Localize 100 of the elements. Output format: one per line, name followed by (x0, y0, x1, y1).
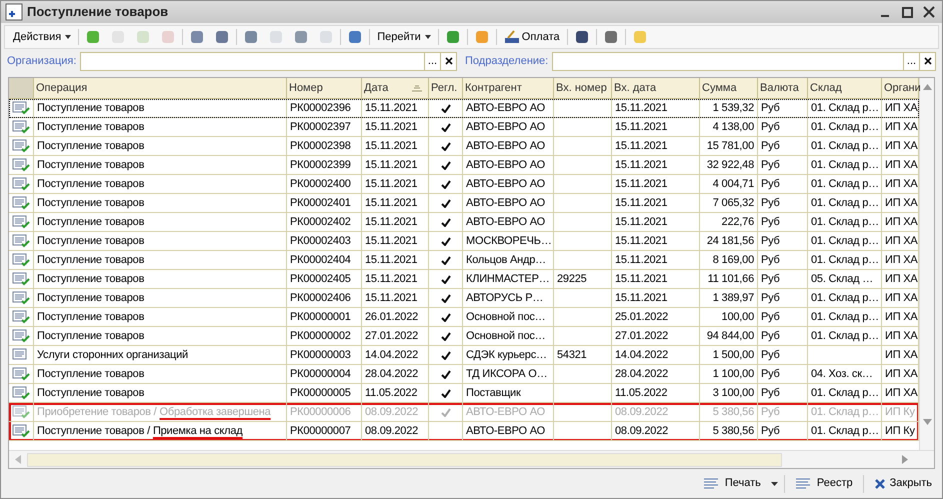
column-header[interactable]: Номер (287, 78, 362, 98)
table-cell: РК00002401 (287, 194, 362, 213)
vertical-scrollbar[interactable] (919, 78, 934, 450)
posted-document-icon (12, 386, 30, 400)
scroll-right-icon[interactable] (902, 455, 908, 464)
table-cell: РК00002396 (287, 99, 362, 118)
table-cell: Поставщик (463, 384, 554, 403)
table-cell (554, 365, 612, 384)
table-cell: 1 100,00 (700, 365, 758, 384)
column-header[interactable]: Вх. номер (554, 78, 612, 98)
table-cell: Поступление товаров (34, 365, 287, 384)
table-cell: 15.11.2021 (362, 270, 429, 289)
posted-document-icon (12, 158, 30, 172)
table-cell: 11 101,66 (700, 270, 758, 289)
print-button[interactable]: Печать (698, 475, 765, 492)
dropdown-arrow-icon[interactable] (770, 482, 778, 486)
table-cell: 28.04.2022 (362, 365, 429, 384)
scroll-left-icon[interactable] (15, 455, 21, 464)
table-cell: 01. Склад р… (808, 384, 882, 403)
filter-label: Организация: (7, 54, 76, 69)
table-cell: Поступление товаров (34, 251, 287, 270)
goto-menu-button[interactable]: Перейти (373, 28, 435, 46)
table-cell: 05. Склад … (808, 270, 882, 289)
horizontal-scrollbar[interactable] (9, 450, 934, 468)
posted-document-icon (12, 177, 30, 191)
registry-button[interactable]: Реестр (790, 475, 857, 492)
column-header[interactable]: Контрагент (463, 78, 554, 98)
table-cell: Руб (758, 156, 808, 175)
table-cell: СДЭК курьерс… (463, 346, 554, 365)
payment-button[interactable]: Оплата (500, 28, 564, 46)
table-cell: Руб (758, 422, 808, 441)
table-cell: Поступление товаров (34, 137, 287, 156)
select-button[interactable]: ... (903, 52, 919, 70)
table-cell: 28.04.2022 (612, 365, 700, 384)
table-cell: Руб (758, 175, 808, 194)
table-cell: 08.09.2022 (362, 422, 429, 441)
table-cell: РК00002397 (287, 118, 362, 137)
actions-menu-button[interactable]: Действия (9, 28, 76, 46)
scroll-down-icon[interactable] (922, 419, 932, 425)
table-cell: 01. Склад р… (808, 118, 882, 137)
table-cell: 26.01.2022 (362, 308, 429, 327)
table-cell: 15.11.2021 (612, 251, 700, 270)
column-header[interactable]: Регл. (429, 78, 463, 98)
table-cell: 15.11.2021 (362, 99, 429, 118)
table-cell: 1 500,00 (700, 346, 758, 365)
table-cell: РК00002405 (287, 270, 362, 289)
table-cell: 94 844,00 (700, 327, 758, 346)
table-cell: АВТОРУСЬ Р… (463, 289, 554, 308)
table-cell: 01. Склад р… (808, 251, 882, 270)
table-cell (554, 403, 612, 422)
table-cell (554, 137, 612, 156)
table-cell: 15 781,00 (700, 137, 758, 156)
column-header[interactable]: Валюта (758, 78, 808, 98)
table-cell: 15.11.2021 (612, 213, 700, 232)
table-cell: Поступление товаров (34, 194, 287, 213)
table-cell: РК00002398 (287, 137, 362, 156)
table-cell: 08.09.2022 (612, 422, 700, 441)
app-icon (5, 3, 23, 21)
table-cell: Руб (758, 251, 808, 270)
table-cell (554, 422, 612, 441)
select-button[interactable]: ... (424, 52, 440, 70)
table-cell: 1 389,97 (700, 289, 758, 308)
table-cell: РК00002404 (287, 251, 362, 270)
table-cell: 15.11.2021 (362, 156, 429, 175)
column-header[interactable]: Вх. дата (612, 78, 700, 98)
table-cell: РК00002399 (287, 156, 362, 175)
table-cell: 15.11.2021 (612, 118, 700, 137)
table-cell: РК00002406 (287, 289, 362, 308)
scrollbar-thumb[interactable] (27, 452, 782, 466)
table-cell: Руб (758, 270, 808, 289)
table-cell: 24 181,56 (700, 232, 758, 251)
table-cell: 5 380,56 (700, 422, 758, 441)
table-cell: Поступление товаров (34, 327, 287, 346)
close-form-button[interactable]: Закрыть (870, 475, 936, 492)
filter-label: Подразделение: (465, 54, 548, 69)
table-cell: АВТО-ЕВРО АО (463, 99, 554, 118)
scroll-up-icon[interactable] (922, 84, 932, 90)
table-cell: Поступление товаров (34, 384, 287, 403)
table-cell: АВТО-ЕВРО АО (463, 194, 554, 213)
filter-field[interactable]: ... (80, 52, 457, 70)
table-cell: Основной пос… (463, 308, 554, 327)
column-header[interactable]: Сумма (700, 78, 758, 98)
column-header[interactable]: Операция (34, 78, 287, 98)
table-cell (554, 118, 612, 137)
table-cell: 27.01.2022 (362, 327, 429, 346)
column-header[interactable]: Дата (362, 78, 429, 98)
table-cell (554, 251, 612, 270)
table-cell: 01. Склад р… (808, 175, 882, 194)
table-cell: Поступление товаров (34, 175, 287, 194)
filter-field[interactable]: ... (552, 52, 936, 70)
table-cell: Руб (758, 365, 808, 384)
table-cell: РК00000001 (287, 308, 362, 327)
table-cell: 15.11.2021 (612, 194, 700, 213)
table-cell: Руб (758, 327, 808, 346)
table-cell: РК00000002 (287, 327, 362, 346)
column-header[interactable]: Склад (808, 78, 882, 98)
window-title: Поступление товаров (27, 3, 170, 22)
table-cell: Поступление товаров (34, 289, 287, 308)
table-cell (554, 384, 612, 403)
table-cell: Кольцов Андр… (463, 251, 554, 270)
